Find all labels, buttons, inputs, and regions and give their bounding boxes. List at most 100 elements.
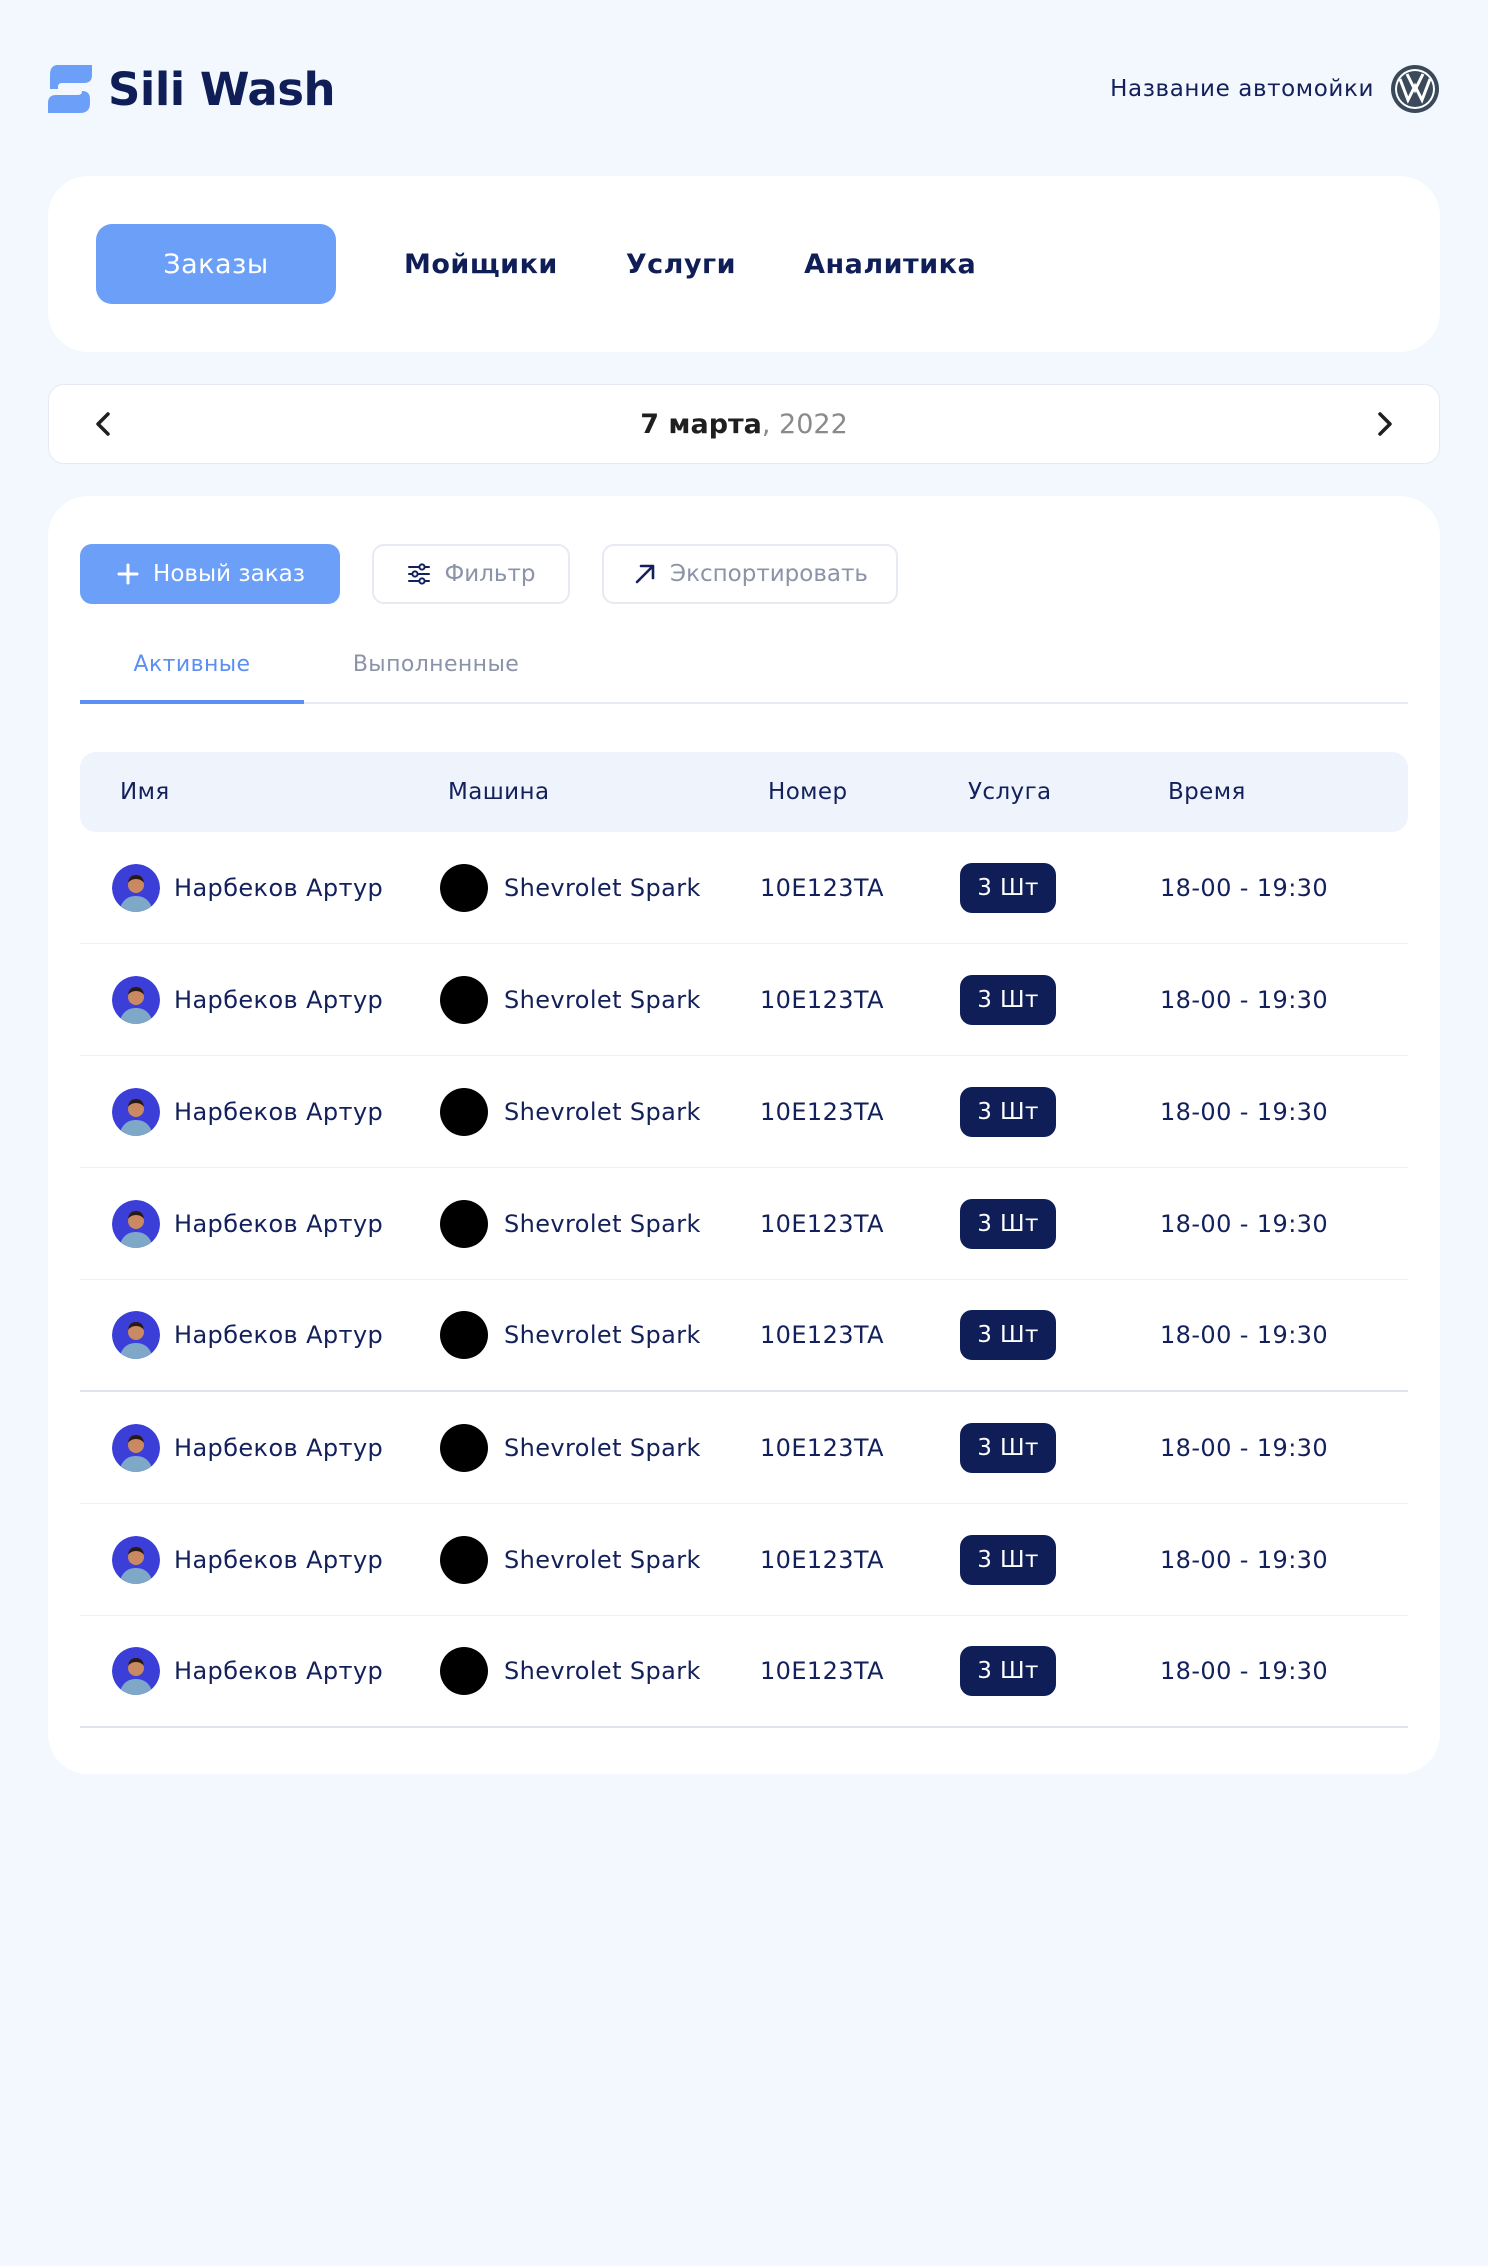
plate-number: 10E123TA: [760, 873, 884, 902]
nav-tab-services[interactable]: Услуги: [626, 249, 736, 280]
nav-tab-orders[interactable]: Заказы: [96, 224, 336, 304]
service-badge[interactable]: 3 Шт: [960, 1310, 1056, 1360]
service-badge[interactable]: 3 Шт: [960, 1422, 1056, 1473]
service-cell: 3 Шт: [960, 1616, 1056, 1726]
new-order-button[interactable]: Новый заказ: [80, 544, 340, 604]
car-color-swatch: [440, 1199, 488, 1248]
user-avatar: [112, 1647, 160, 1695]
orders-toolbar: Новый заказ Фильтр Экспортировать: [80, 544, 898, 604]
car-cell: Shevrolet Spark: [440, 1616, 701, 1726]
time-slot: 18-00 - 19:30: [1160, 873, 1329, 902]
customer-name: Нарбеков Артур: [174, 1433, 384, 1462]
car-model: Shevrolet Spark: [504, 873, 701, 902]
time-slot: 18-00 - 19:30: [1160, 1321, 1329, 1349]
table-row[interactable]: Нарбеков Артур Shevrolet Spark 10E123TA …: [80, 944, 1408, 1056]
service-cell: 3 Шт: [960, 944, 1056, 1055]
customer-name: Нарбеков Артур: [174, 1209, 384, 1238]
nav-tab-washers[interactable]: Мойщики: [404, 249, 558, 280]
service-badge[interactable]: 3 Шт: [960, 1646, 1056, 1696]
table-row[interactable]: Нарбеков Артур Shevrolet Spark 10E123TA …: [80, 1616, 1408, 1728]
name-cell: Нарбеков Артур: [112, 1616, 383, 1726]
car-cell: Shevrolet Spark: [440, 1280, 701, 1390]
car-wash-name: Название автомойки: [1110, 76, 1374, 102]
arrow-up-right-icon: [635, 564, 655, 584]
column-header-name[interactable]: Имя: [120, 779, 170, 805]
brand[interactable]: Sili Wash: [48, 62, 336, 116]
car-cell: Shevrolet Spark: [440, 1168, 701, 1279]
table-row[interactable]: Нарбеков Артур Shevrolet Spark 10E123TA …: [80, 1168, 1408, 1280]
table-row[interactable]: Нарбеков Артур Shevrolet Spark 10E123TA …: [80, 1280, 1408, 1392]
column-header-car[interactable]: Машина: [448, 779, 549, 805]
user-avatar: [112, 1087, 160, 1136]
car-color-swatch: [440, 863, 488, 912]
car-color-swatch: [440, 1087, 488, 1136]
plate-number: 10E123TA: [760, 1321, 884, 1349]
plate-number: 10E123TA: [760, 1433, 884, 1462]
date-day: 7 марта: [640, 408, 762, 440]
car-color-swatch: [440, 1535, 488, 1584]
car-color-swatch: [440, 1423, 488, 1472]
car-model: Shevrolet Spark: [504, 1209, 701, 1238]
volkswagen-logo-icon: [1391, 65, 1439, 113]
user-avatar: [112, 1535, 160, 1584]
plate-number: 10E123TA: [760, 1545, 884, 1574]
current-date: 7 марта, 2022: [640, 409, 848, 440]
table-header: Имя Машина Номер Услуга Время: [80, 752, 1408, 832]
car-cell: Shevrolet Spark: [440, 1392, 701, 1503]
car-model: Shevrolet Spark: [504, 1657, 701, 1685]
car-model: Shevrolet Spark: [504, 1097, 701, 1126]
main-nav: Заказы Мойщики Услуги Аналитика: [48, 176, 1440, 352]
column-header-service[interactable]: Услуга: [968, 779, 1052, 805]
table-row[interactable]: Нарбеков Артур Shevrolet Spark 10E123TA …: [80, 1504, 1408, 1616]
date-picker: 7 марта, 2022: [48, 384, 1440, 464]
car-cell: Shevrolet Spark: [440, 1056, 701, 1167]
time-slot: 18-00 - 19:30: [1160, 985, 1329, 1014]
header: Sili Wash Название автомойки: [48, 60, 1440, 118]
service-cell: 3 Шт: [960, 1056, 1056, 1167]
service-badge[interactable]: 3 Шт: [960, 1198, 1056, 1249]
service-badge[interactable]: 3 Шт: [960, 974, 1056, 1025]
export-button[interactable]: Экспортировать: [602, 544, 898, 604]
orders-table-body: Нарбеков Артур Shevrolet Spark 10E123TA …: [80, 832, 1408, 1728]
car-wash-info[interactable]: Название автомойки: [1110, 64, 1440, 114]
order-status-tabs: Активные Выполненные: [80, 648, 1408, 704]
time-slot: 18-00 - 19:30: [1160, 1433, 1329, 1462]
plate-number: 10E123TA: [760, 985, 884, 1014]
customer-name: Нарбеков Артур: [174, 1545, 384, 1574]
table-row[interactable]: Нарбеков Артур Shevrolet Spark 10E123TA …: [80, 1056, 1408, 1168]
user-avatar: [112, 1311, 160, 1359]
service-cell: 3 Шт: [960, 1168, 1056, 1279]
customer-name: Нарбеков Артур: [174, 873, 384, 902]
service-badge[interactable]: 3 Шт: [960, 1086, 1056, 1137]
car-color-swatch: [440, 1647, 488, 1695]
plus-icon: [117, 563, 139, 585]
name-cell: Нарбеков Артур: [112, 1392, 383, 1503]
column-header-number[interactable]: Номер: [768, 779, 847, 805]
orders-panel: Новый заказ Фильтр Экспортировать Активн…: [48, 496, 1440, 1774]
name-cell: Нарбеков Артур: [112, 1056, 383, 1167]
table-row[interactable]: Нарбеков Артур Shevrolet Spark 10E123TA …: [80, 1392, 1408, 1504]
service-cell: 3 Шт: [960, 1504, 1056, 1615]
car-color-swatch: [440, 975, 488, 1024]
name-cell: Нарбеков Артур: [112, 1504, 383, 1615]
chevron-right-icon[interactable]: [1369, 409, 1399, 439]
filter-button[interactable]: Фильтр: [372, 544, 570, 604]
export-label: Экспортировать: [670, 561, 868, 587]
nav-tab-analytics[interactable]: Аналитика: [804, 249, 976, 280]
tab-completed[interactable]: Выполненные: [304, 648, 568, 702]
car-model: Shevrolet Spark: [504, 1433, 701, 1462]
table-row[interactable]: Нарбеков Артур Shevrolet Spark 10E123TA …: [80, 832, 1408, 944]
service-badge[interactable]: 3 Шт: [960, 1534, 1056, 1585]
customer-name: Нарбеков Артур: [174, 985, 384, 1014]
car-model: Shevrolet Spark: [504, 1321, 701, 1349]
customer-name: Нарбеков Артур: [174, 1097, 384, 1126]
chevron-left-icon[interactable]: [89, 409, 119, 439]
customer-name: Нарбеков Артур: [174, 1657, 384, 1685]
brand-name: Sili Wash: [108, 62, 336, 116]
service-badge[interactable]: 3 Шт: [960, 862, 1056, 913]
column-header-time[interactable]: Время: [1168, 779, 1246, 805]
name-cell: Нарбеков Артур: [112, 944, 383, 1055]
user-avatar: [112, 863, 160, 912]
filter-label: Фильтр: [444, 561, 536, 587]
tab-active[interactable]: Активные: [80, 648, 304, 704]
